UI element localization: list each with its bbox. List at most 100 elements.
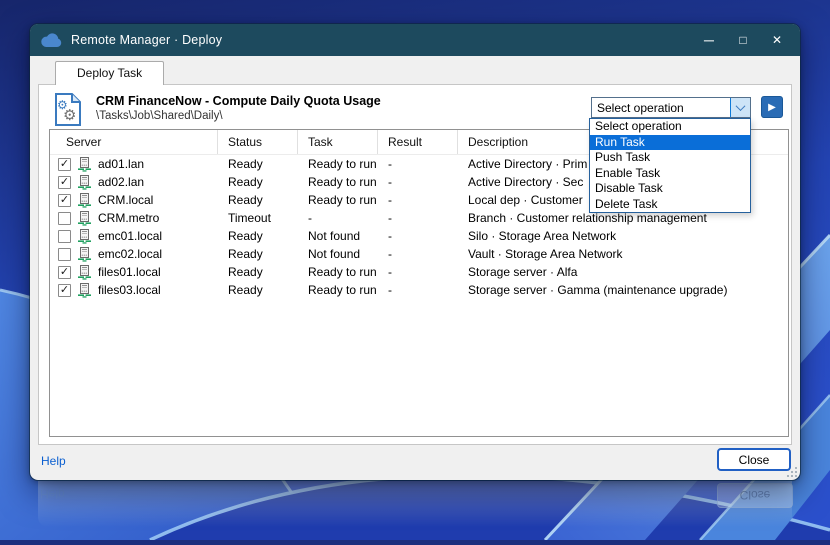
- server-cell: CRM.metro: [50, 210, 218, 226]
- operation-option[interactable]: Run Task: [590, 134, 750, 150]
- result-cell: -: [388, 247, 392, 261]
- status-cell: Ready: [228, 265, 263, 279]
- result-cell: -: [388, 229, 392, 243]
- task-gears-document-icon: ⚙ ⚙: [53, 92, 83, 132]
- resize-grip[interactable]: [787, 467, 797, 477]
- server-checkbox[interactable]: ✓: [58, 265, 71, 279]
- server-checkbox[interactable]: ✓: [58, 175, 71, 189]
- titlebar[interactable]: Remote Manager · Deploy ─ □ ✕: [30, 24, 800, 56]
- result-cell: -: [388, 193, 392, 207]
- status-cell: Ready: [228, 283, 263, 297]
- task-cell: Ready to run: [308, 283, 377, 297]
- status-cell: Ready: [228, 157, 263, 171]
- operation-combobox[interactable]: Select operation: [591, 97, 751, 118]
- server-name: emc02.local: [98, 247, 163, 261]
- result-cell: -: [388, 175, 392, 189]
- server-checkbox[interactable]: [58, 211, 71, 225]
- server-name: files01.local: [98, 265, 161, 279]
- server-icon: [77, 174, 92, 190]
- operation-option[interactable]: Disable Task: [590, 181, 750, 197]
- column-header-status[interactable]: Status: [218, 130, 298, 154]
- status-cell: Ready: [228, 247, 263, 261]
- task-cell: -: [308, 211, 312, 225]
- server-icon: [77, 156, 92, 172]
- column-header-server[interactable]: Server: [50, 130, 218, 154]
- result-cell: -: [388, 211, 392, 225]
- status-cell: Timeout: [228, 211, 271, 225]
- server-name: files03.local: [98, 283, 161, 297]
- server-cell: emc01.local: [50, 228, 218, 244]
- table-row[interactable]: emc02.local Ready Not found - Vault · Storag…: [50, 245, 788, 263]
- task-path: \Tasks\Job\Shared\Daily\: [96, 110, 223, 122]
- server-name: CRM.metro: [98, 211, 160, 225]
- window-title: Remote Manager · Deploy: [71, 33, 223, 47]
- server-checkbox[interactable]: [58, 229, 71, 243]
- desc-cell: Branch · Customer relationship managemen…: [468, 211, 707, 225]
- chevron-down-icon: [735, 101, 746, 112]
- desc-cell: Vault · Storage Area Network: [468, 247, 623, 261]
- server-checkbox[interactable]: [58, 247, 71, 261]
- server-name: ad01.lan: [98, 157, 145, 171]
- cloud-icon: [40, 32, 62, 48]
- task-cell: Ready to run: [308, 175, 377, 189]
- svg-text:⚙: ⚙: [63, 107, 76, 124]
- server-cell: ✓ ad01.lan: [50, 156, 218, 172]
- task-cell: Ready to run: [308, 193, 377, 207]
- result-cell: -: [388, 157, 392, 171]
- desc-cell: Storage server · Gamma (maintenance upgr…: [468, 283, 728, 297]
- close-button[interactable]: Close: [717, 448, 791, 471]
- result-cell: -: [388, 265, 392, 279]
- task-cell: Not found: [308, 247, 361, 261]
- desc-cell: Silo · Storage Area Network: [468, 229, 617, 243]
- minimize-button[interactable]: ─: [692, 27, 726, 53]
- column-header-task[interactable]: Task: [298, 130, 378, 154]
- deploy-task-page: ⚙ ⚙ CRM FinanceNow - Compute Daily Quota…: [38, 84, 792, 445]
- server-cell: ✓ files01.local: [50, 264, 218, 280]
- server-checkbox[interactable]: ✓: [58, 283, 71, 297]
- help-link[interactable]: Help: [41, 454, 66, 468]
- task-title: CRM FinanceNow - Compute Daily Quota Usa…: [96, 94, 381, 108]
- server-checkbox[interactable]: ✓: [58, 193, 71, 207]
- combobox-dropdown-button[interactable]: [730, 98, 750, 117]
- task-cell: Ready to run: [308, 157, 377, 171]
- server-icon: [77, 246, 92, 262]
- play-icon: ▶: [768, 101, 776, 113]
- server-icon: [77, 192, 92, 208]
- operation-selected-value: Select operation: [597, 101, 684, 115]
- server-name: CRM.local: [98, 193, 154, 207]
- maximize-button[interactable]: □: [726, 27, 760, 53]
- operation-option[interactable]: Push Task: [590, 150, 750, 166]
- server-icon: [77, 228, 92, 244]
- server-icon: [77, 264, 92, 280]
- operation-option[interactable]: Delete Task: [590, 197, 750, 213]
- server-cell: ✓ CRM.local: [50, 192, 218, 208]
- server-name: emc01.local: [98, 229, 163, 243]
- operation-option[interactable]: Select operation: [590, 119, 750, 135]
- server-cell: ✓ ad02.lan: [50, 174, 218, 190]
- remote-manager-deploy-window: Remote Manager · Deploy ─ □ ✕ Deploy Tas…: [29, 23, 801, 481]
- server-icon: [77, 282, 92, 298]
- table-row[interactable]: ✓ files01.local Ready Ready to run - Storage…: [50, 263, 788, 281]
- server-icon: [77, 210, 92, 226]
- dialog-footer: Help Close: [30, 444, 800, 480]
- close-window-button[interactable]: ✕: [760, 27, 794, 53]
- server-checkbox[interactable]: ✓: [58, 157, 71, 171]
- server-cell: emc02.local: [50, 246, 218, 262]
- server-name: ad02.lan: [98, 175, 145, 189]
- task-cell: Ready to run: [308, 265, 377, 279]
- result-cell: -: [388, 283, 392, 297]
- operation-option[interactable]: Enable Task: [590, 166, 750, 182]
- tab-strip: Deploy Task: [38, 60, 165, 85]
- operation-dropdown-list: Select operation Run Task Push Task Enable …: [589, 118, 751, 213]
- task-cell: Not found: [308, 229, 361, 243]
- tab-deploy-task[interactable]: Deploy Task: [55, 61, 165, 85]
- server-cell: ✓ files03.local: [50, 282, 218, 298]
- desc-cell: Storage server · Alfa: [468, 265, 578, 279]
- status-cell: Ready: [228, 175, 263, 189]
- table-row[interactable]: ✓ files03.local Ready Ready to run - Storage…: [50, 281, 788, 299]
- execute-operation-button[interactable]: ▶: [761, 96, 783, 118]
- status-cell: Ready: [228, 193, 263, 207]
- table-row[interactable]: emc01.local Ready Not found - Silo · Storage…: [50, 227, 788, 245]
- status-cell: Ready: [228, 229, 263, 243]
- column-header-result[interactable]: Result: [378, 130, 458, 154]
